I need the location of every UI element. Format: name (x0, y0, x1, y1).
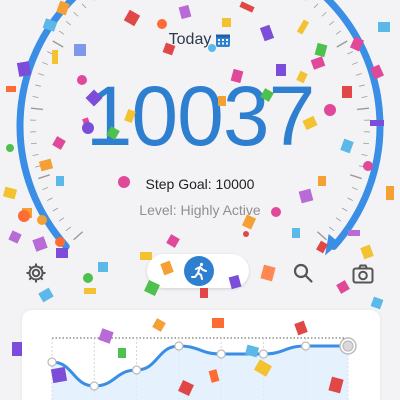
data-point[interactable] (131, 365, 142, 375)
data-point[interactable] (174, 341, 184, 351)
ring-tick (316, 231, 327, 241)
ring-tick (42, 61, 49, 65)
activity-toggle[interactable] (147, 254, 249, 288)
search-icon (293, 263, 313, 283)
step-history-chart (47, 337, 357, 400)
step-goal: Step Goal: 10000 (145, 176, 255, 192)
ring-tick (335, 217, 342, 222)
running-person-icon (191, 262, 207, 280)
search-button[interactable] (290, 260, 316, 286)
ring-tick (351, 61, 358, 65)
ring-tick (47, 197, 53, 201)
activity-level: Level: Highly Active (139, 202, 261, 218)
camera-button[interactable] (350, 261, 376, 287)
data-point[interactable] (258, 349, 269, 359)
ring-tick (347, 51, 353, 55)
data-point[interactable] (216, 349, 226, 359)
date-title: Today (168, 31, 212, 48)
ring-tick (328, 21, 335, 26)
ring-tick (73, 231, 84, 241)
ring-tick (321, 11, 327, 17)
data-point[interactable] (342, 340, 354, 352)
step-count: 10037 (85, 69, 316, 163)
camera-icon (352, 264, 374, 284)
calendar-icon[interactable] (215, 32, 231, 48)
ring-tick (47, 51, 53, 55)
ring-tick (359, 165, 366, 168)
step-counter-screen: Today 10037 Step Goal: 10000 Level: High… (0, 0, 400, 400)
ring-tick (65, 21, 72, 26)
settings-button[interactable] (23, 260, 49, 286)
ring-tick (328, 226, 335, 231)
chart-area (52, 346, 348, 400)
ring-tick (347, 197, 353, 201)
ring-tick (58, 217, 65, 222)
ring-tick (34, 165, 41, 168)
date-header[interactable]: Today (0, 29, 400, 51)
data-point[interactable] (301, 341, 311, 351)
data-point[interactable] (47, 357, 57, 367)
activity-knob[interactable] (184, 256, 214, 286)
data-point[interactable] (89, 381, 99, 391)
ring-tick (81, 3, 87, 9)
step-history-card[interactable] (22, 310, 380, 400)
ring-tick (313, 3, 319, 9)
gear-icon (26, 263, 46, 283)
ring-tick (65, 226, 72, 231)
ring-tick (73, 11, 79, 17)
